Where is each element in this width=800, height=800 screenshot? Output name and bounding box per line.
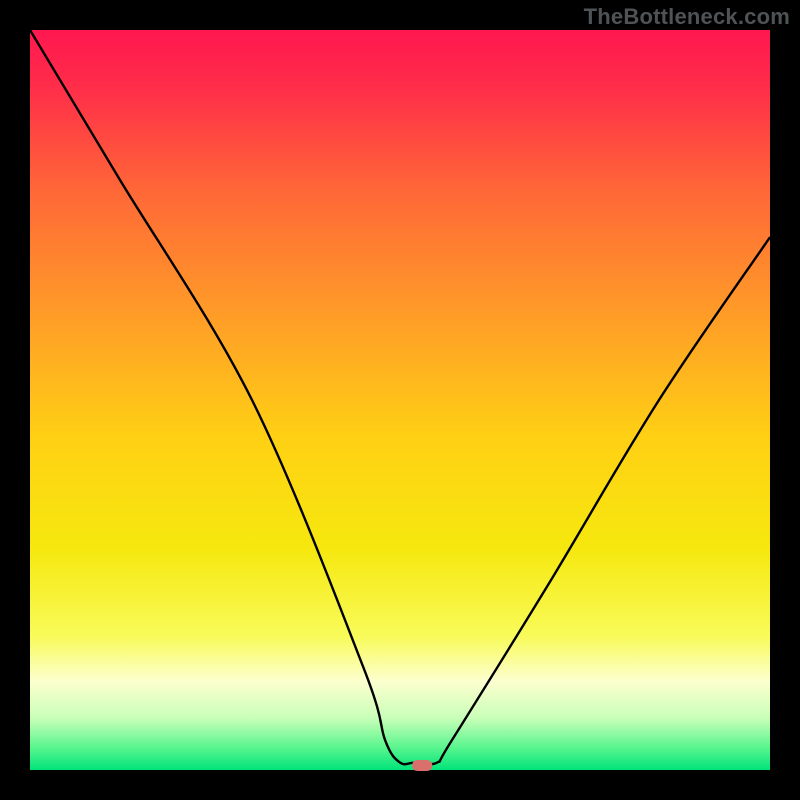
watermark-text: TheBottleneck.com	[584, 4, 790, 30]
optimum-marker	[412, 760, 432, 771]
bottleneck-chart	[0, 0, 800, 800]
chart-stage: { "watermark": "TheBottleneck.com", "cha…	[0, 0, 800, 800]
